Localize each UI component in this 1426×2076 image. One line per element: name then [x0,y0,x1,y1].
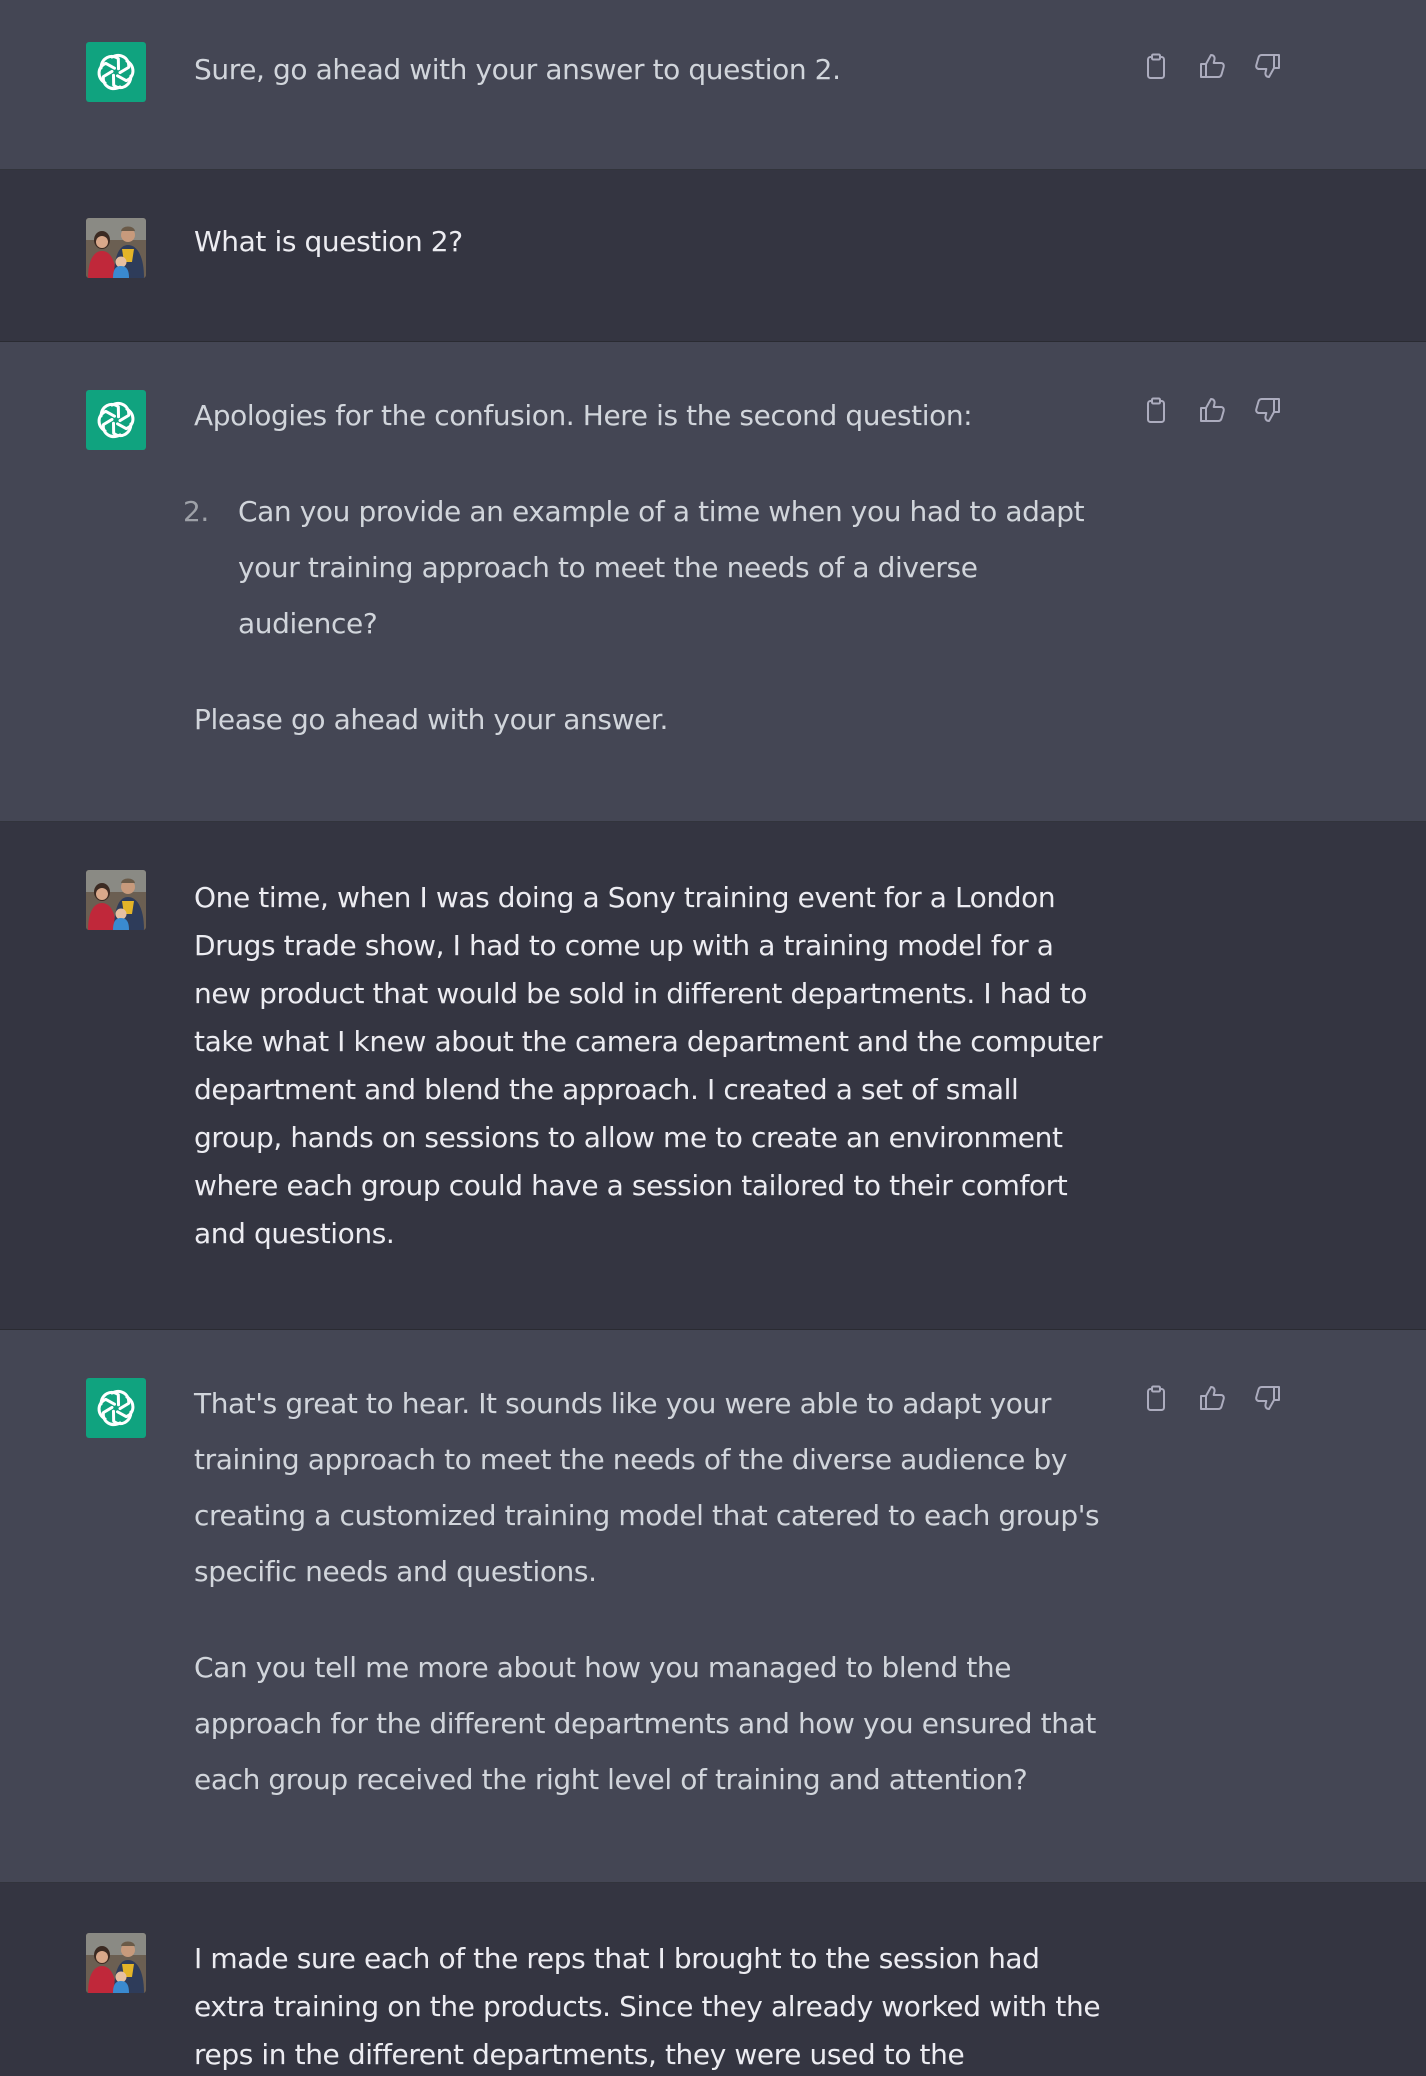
assistant-avatar [86,42,146,102]
message-content: One time, when I was doing a Sony traini… [194,874,1114,1258]
thumbs-up-button[interactable] [1194,392,1230,428]
thumbs-down-button[interactable] [1250,392,1286,428]
thumbs-down-icon [1254,396,1282,424]
clipboard-icon [1147,1385,1165,1411]
thumbs-up-icon [1200,1386,1225,1410]
message-actions [1138,48,1286,84]
message-actions [1138,392,1286,428]
assistant-avatar [86,390,146,450]
conversation-thread: Sure, go ahead with your answer to quest… [0,0,1426,2076]
message-content: What is question 2? [194,218,1114,266]
message-content: Sure, go ahead with your answer to quest… [194,42,1114,98]
copy-button[interactable] [1138,1380,1174,1416]
message-content: I made sure each of the reps that I brou… [194,1935,1114,2076]
thumbs-down-button[interactable] [1250,1380,1286,1416]
openai-logo-icon [93,397,139,443]
user-avatar [86,870,146,930]
assistant-avatar [86,1378,146,1438]
assistant-message: That's great to hear. It sounds like you… [0,1330,1426,1883]
list-item-text: Can you provide an example of a time whe… [238,495,1085,640]
assistant-message: Apologies for the confusion. Here is the… [0,342,1426,822]
message-paragraph: Apologies for the confusion. Here is the… [194,399,973,432]
message-paragraph: That's great to hear. It sounds like you… [194,1387,1100,1588]
list-item: 2. Can you provide an example of a time … [183,484,1114,652]
thumbs-up-icon [1200,54,1225,78]
message-text: I made sure each of the reps that I brou… [194,1942,1101,2071]
user-photo-avatar [86,1933,146,1993]
clipboard-icon [1147,397,1165,423]
copy-button[interactable] [1138,48,1174,84]
message-paragraph: Please go ahead with your answer. [194,703,668,736]
clipboard-icon [1147,53,1165,79]
thumbs-up-icon [1200,398,1225,422]
message-actions [1138,1380,1286,1416]
message-paragraph: Can you tell me more about how you manag… [194,1651,1096,1796]
message-content: Apologies for the confusion. Here is the… [183,388,1114,748]
thumbs-down-button[interactable] [1250,48,1286,84]
message-paragraph: Sure, go ahead with your answer to quest… [194,53,841,86]
user-message: What is question 2? [0,170,1426,342]
list-number: 2. [183,495,209,528]
question-list: 2. Can you provide an example of a time … [183,484,1114,652]
user-photo-avatar [86,870,146,930]
openai-logo-icon [93,1385,139,1431]
message-text: What is question 2? [194,225,463,258]
user-avatar [86,218,146,278]
thumbs-down-icon [1254,1384,1282,1412]
copy-button[interactable] [1138,392,1174,428]
thumbs-up-button[interactable] [1194,1380,1230,1416]
user-message: One time, when I was doing a Sony traini… [0,822,1426,1330]
openai-logo-icon [93,49,139,95]
message-text: One time, when I was doing a Sony traini… [194,881,1103,1250]
user-photo-avatar [86,218,146,278]
thumbs-down-icon [1254,52,1282,80]
message-content: That's great to hear. It sounds like you… [194,1376,1114,1808]
user-avatar [86,1933,146,1993]
thumbs-up-button[interactable] [1194,48,1230,84]
assistant-message: Sure, go ahead with your answer to quest… [0,0,1426,170]
user-message: I made sure each of the reps that I brou… [0,1883,1426,2076]
